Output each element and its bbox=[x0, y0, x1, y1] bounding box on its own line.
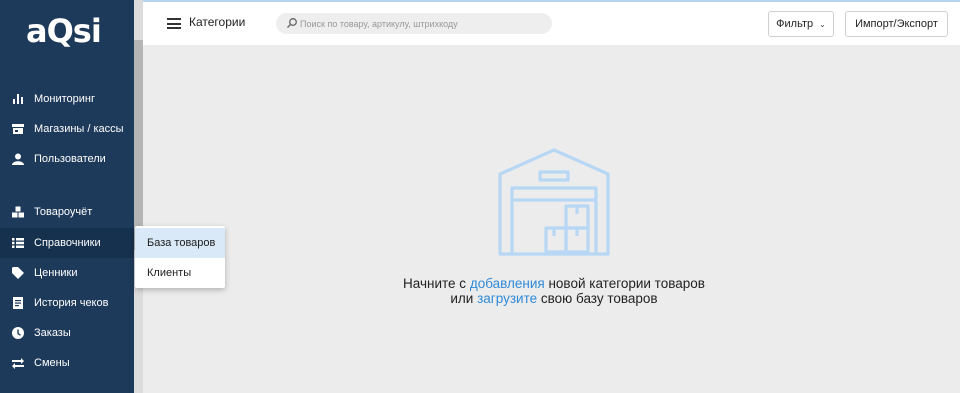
submenu-item-label: База товаров bbox=[147, 237, 216, 249]
upload-products-link[interactable]: загрузите bbox=[477, 291, 537, 306]
boxes-icon bbox=[12, 206, 24, 218]
scrollbar-thumb[interactable] bbox=[134, 40, 143, 250]
store-icon bbox=[12, 123, 24, 135]
sidebar-item-label: Магазины / кассы bbox=[34, 123, 124, 135]
receipt-icon bbox=[12, 297, 24, 309]
sidebar-item-label: Заказы bbox=[34, 327, 71, 339]
page-title: Категории bbox=[189, 15, 246, 29]
sidebar-item-price-tags[interactable]: Ценники bbox=[0, 258, 134, 288]
submenu-item-product-base[interactable]: База товаров bbox=[135, 228, 225, 258]
sidebar-item-orders[interactable]: Заказы bbox=[0, 318, 134, 348]
empty-state-text: или bbox=[450, 291, 474, 306]
empty-state-line-2: или загрузите свою базу товаров bbox=[384, 291, 724, 306]
empty-state-message: Начните с добавления новой категории тов… bbox=[384, 276, 724, 306]
submenu-item-clients[interactable]: Клиенты bbox=[135, 258, 225, 288]
sidebar-item-label: История чеков bbox=[34, 297, 109, 309]
top-bar: Категории Фильтр ⌄ Импорт/Экспорт bbox=[143, 0, 960, 45]
submenu-item-label: Клиенты bbox=[147, 267, 192, 279]
sidebar-item-label: Ценники bbox=[34, 267, 78, 279]
clock-icon bbox=[12, 327, 24, 339]
swap-icon bbox=[12, 357, 24, 369]
empty-state-text: Начните с bbox=[403, 276, 467, 291]
list-icon bbox=[12, 237, 24, 249]
sidebar-item-monitoring[interactable]: Мониторинг bbox=[0, 84, 134, 114]
sidebar-item-directories[interactable]: Справочники bbox=[0, 228, 134, 258]
sidebar-item-label: Пользователи bbox=[34, 153, 106, 165]
sidebar-item-receipt-history[interactable]: История чеков bbox=[0, 288, 134, 318]
sidebar-item-label: Мониторинг bbox=[34, 93, 96, 105]
add-category-link[interactable]: добавления bbox=[470, 276, 545, 291]
import-export-label: Импорт/Экспорт bbox=[855, 18, 938, 30]
filter-button-label: Фильтр bbox=[776, 18, 814, 30]
warehouse-icon bbox=[498, 148, 610, 256]
sidebar-item-label: Смены bbox=[34, 357, 70, 369]
menu-icon[interactable] bbox=[167, 18, 181, 29]
sidebar-item-users[interactable]: Пользователи bbox=[0, 144, 134, 174]
tag-icon bbox=[12, 267, 24, 279]
search-bar[interactable] bbox=[276, 13, 552, 34]
empty-state-line-1: Начните с добавления новой категории тов… bbox=[384, 276, 724, 291]
user-icon bbox=[12, 153, 24, 165]
filter-button[interactable]: Фильтр ⌄ bbox=[768, 11, 834, 37]
chevron-down-icon: ⌄ bbox=[819, 19, 826, 29]
search-input[interactable] bbox=[300, 15, 540, 32]
empty-state-text: свою базу товаров bbox=[540, 291, 658, 306]
sidebar-item-shifts[interactable]: Смены bbox=[0, 348, 134, 378]
sidebar: aQsi Мониторинг Магазины / кассы Пользов… bbox=[0, 0, 134, 393]
sidebar-item-inventory[interactable]: Товароучёт bbox=[0, 197, 134, 227]
logo-text: aQsi bbox=[26, 12, 102, 50]
import-export-button[interactable]: Импорт/Экспорт bbox=[845, 11, 948, 37]
sidebar-item-stores[interactable]: Магазины / кассы bbox=[0, 114, 134, 144]
directories-submenu: База товаров Клиенты bbox=[135, 226, 225, 288]
sidebar-item-label: Товароучёт bbox=[34, 206, 93, 218]
sidebar-item-label: Справочники bbox=[34, 237, 101, 249]
empty-state-text: новой категории товаров bbox=[548, 276, 705, 291]
bar-chart-icon bbox=[12, 93, 24, 105]
search-icon bbox=[287, 18, 297, 28]
aqsi-logo[interactable]: aQsi bbox=[26, 12, 110, 54]
